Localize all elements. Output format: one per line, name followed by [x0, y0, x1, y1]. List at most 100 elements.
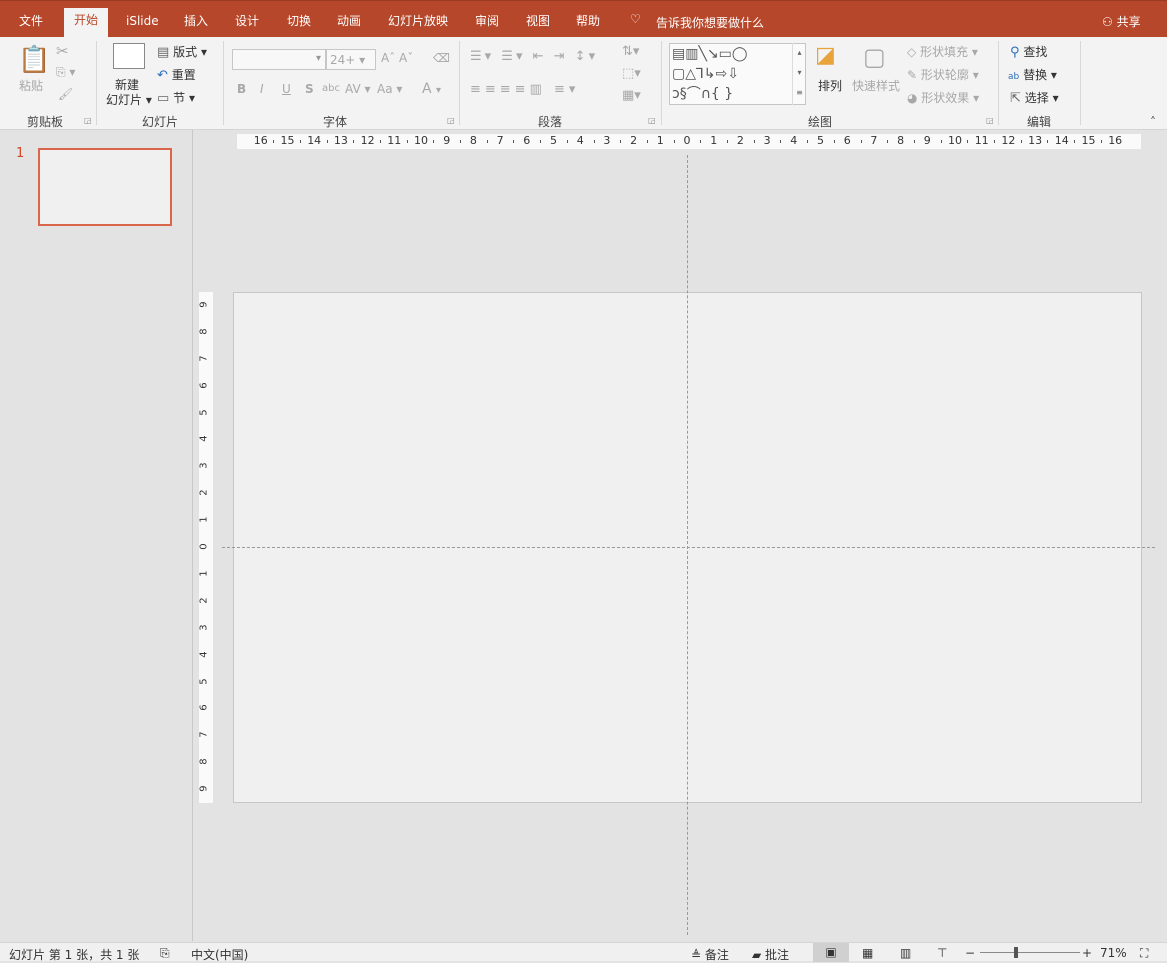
text-direction-icons[interactable]: ⇅▾ ⬚▾ ▦▾ [622, 41, 641, 107]
new-slide-button[interactable]: 幻灯片 ▾ [106, 91, 152, 108]
normal-view-button[interactable]: ▣ [813, 943, 849, 962]
layout-icon: ▤ [157, 45, 170, 60]
ruler-v-label: 7 [198, 731, 210, 738]
font-color-button[interactable]: A ▾ [422, 81, 441, 97]
ruler-v-label: 4 [198, 435, 210, 443]
dialog-launcher-icon[interactable]: ◲ [447, 116, 455, 125]
group-label-drawing: 绘图 [807, 115, 832, 129]
layout-button[interactable]: ▤ 版式 ▾ [157, 43, 207, 60]
shape-outline-button[interactable]: ✎ 形状轮廓 ▾ [907, 66, 979, 83]
alignment-row[interactable]: ≡≡≡≡▥ ≡▾ [470, 82, 579, 97]
new-slide-icon[interactable] [113, 43, 145, 69]
zoom-in-button[interactable]: + [1082, 946, 1092, 960]
dialog-launcher-icon[interactable]: ◲ [986, 116, 994, 125]
zoom-level[interactable]: 71% [1100, 946, 1127, 960]
zoom-slider-thumb[interactable] [1013, 947, 1018, 958]
ruler-v-label: 7 [198, 355, 210, 362]
reset-button[interactable]: ↶ 重置 [157, 66, 196, 83]
lightbulb-icon: ♡ [630, 12, 641, 26]
ruler-tick [646, 140, 648, 143]
ruler-h-label: 4 [790, 134, 798, 147]
copy-icon[interactable]: ⎘ ▾ [56, 65, 75, 80]
ruler-h-label: 5 [817, 134, 824, 147]
slide-sorter-button[interactable]: ▦ [862, 946, 873, 960]
ruler-h-label: 1 [656, 134, 664, 147]
bold-button[interactable]: B [237, 82, 246, 96]
arrange-icon[interactable]: ◪ [815, 43, 836, 68]
tab-1[interactable]: 开始 [64, 8, 109, 38]
tab-3[interactable]: 插入 [174, 9, 218, 38]
tab-8[interactable]: 审阅 [465, 9, 509, 38]
tell-me-input[interactable]: 告诉我你想要做什么 [656, 14, 764, 31]
language[interactable]: 中文(中国) [191, 946, 248, 963]
ruler-h-label: 16 [1108, 134, 1123, 147]
ruler-v-label: 3 [198, 462, 210, 469]
fit-to-window-icon[interactable]: ⛶ [1140, 946, 1148, 961]
clear-format-icon[interactable]: ⌫ [433, 51, 450, 65]
ruler-tick [273, 140, 275, 143]
share-button[interactable]: ⚇ 共享 [1102, 13, 1141, 30]
notes-button[interactable]: ≜ 备注 [691, 946, 729, 963]
select-button[interactable]: ⇱ 选择 ▾ [1010, 89, 1059, 106]
strikethrough-button[interactable]: abc [322, 83, 340, 94]
tab-7[interactable]: 幻灯片放映 [378, 9, 458, 38]
char-spacing-label: AV [345, 82, 361, 96]
paste-icon[interactable]: 📋 [18, 45, 50, 75]
gallery-scroll[interactable]: ▴ ▾ ≡ [792, 43, 806, 105]
shape-fill-button[interactable]: ◇ 形状填充 ▾ [907, 43, 978, 60]
select-label: 选择 [1024, 91, 1049, 105]
slide-info: 幻灯片 第 1 张，共 1 张 [9, 948, 140, 962]
format-painter-icon[interactable]: 🖌 [58, 87, 73, 101]
shadow-button[interactable]: S [305, 82, 314, 96]
paragraph-top-row[interactable]: ☰▾ ☰▾ ⇤ ⇥ ↕▾ [470, 49, 598, 64]
tab-2[interactable]: iSlide [116, 9, 169, 38]
ruler-tick [620, 140, 622, 143]
slide-thumbnail[interactable] [38, 148, 172, 226]
cut-icon[interactable]: ✂ [56, 42, 69, 60]
underline-button[interactable]: U [282, 82, 291, 96]
tab-10[interactable]: 帮助 [566, 9, 610, 38]
slideshow-button[interactable]: ⊤ [937, 946, 947, 960]
ruler-v-label: 6 [198, 704, 210, 712]
ruler-h-label: 12 [360, 134, 375, 147]
quick-styles-button[interactable]: 快速样式 [852, 77, 900, 94]
arrange-button[interactable]: 排列 [818, 77, 842, 94]
comments-label: 批注 [765, 948, 790, 962]
shapes-gallery[interactable]: ▤▥╲↘▭◯ ▢△⅂↳⇨⇩ ↄ§⌒∩{ } [669, 43, 806, 105]
zoom-out-button[interactable]: − [965, 946, 975, 960]
replace-label: 替换 [1023, 68, 1048, 82]
find-button[interactable]: ⚲ 查找 [1010, 43, 1047, 60]
zoom-slider[interactable] [980, 952, 1080, 953]
tab-5[interactable]: 切换 [277, 9, 321, 38]
font-size-dropdown[interactable]: 24+ ▾ [326, 49, 376, 70]
spellcheck-icon[interactable]: ⎘ [160, 946, 170, 961]
change-case-button[interactable]: Aa ▾ [377, 82, 402, 96]
reading-view-button[interactable]: ▥ [900, 946, 911, 960]
font-name-dropdown[interactable]: ▾ [232, 49, 326, 70]
italic-button[interactable]: I [260, 82, 264, 96]
quick-styles-icon[interactable]: ▢ [863, 43, 886, 71]
dialog-launcher-icon[interactable]: ◲ [84, 116, 92, 125]
ribbon: 📋 粘贴 ✂ ⎘ ▾ 🖌 剪贴板 ◲ 新建 幻灯片 ▾ ▤ 版式 ▾ ↶ 重置 … [0, 37, 1167, 130]
collapse-ribbon-icon[interactable]: ˄ [1150, 115, 1156, 129]
reset-label: 重置 [171, 68, 196, 82]
ruler-h-label: 13 [333, 134, 348, 147]
char-spacing-button[interactable]: AV ▾ [345, 82, 371, 96]
ruler-v-label: 3 [198, 624, 210, 631]
paste-button[interactable]: 粘贴 [19, 77, 43, 94]
ruler-h-label: 5 [550, 134, 557, 147]
section-button[interactable]: ▭ 节 ▾ [157, 89, 195, 106]
vertical-guide[interactable] [687, 155, 688, 935]
replace-button[interactable]: ab 替换 ▾ [1008, 66, 1057, 83]
tab-0[interactable]: 文件 [9, 9, 53, 38]
tab-6[interactable]: 动画 [327, 9, 371, 38]
horizontal-guide[interactable] [222, 547, 1155, 548]
grow-font-icon[interactable]: Aˆ Aˇ [381, 51, 413, 65]
tab-9[interactable]: 视图 [516, 9, 560, 38]
ruler-h-label: 11 [387, 134, 402, 147]
shape-effects-button[interactable]: ◕ 形状效果 ▾ [907, 89, 979, 106]
comments-button[interactable]: ▰ 批注 [752, 946, 789, 963]
ruler-tick [913, 140, 915, 143]
dialog-launcher-icon[interactable]: ◲ [648, 116, 656, 125]
tab-4[interactable]: 设计 [225, 9, 269, 38]
